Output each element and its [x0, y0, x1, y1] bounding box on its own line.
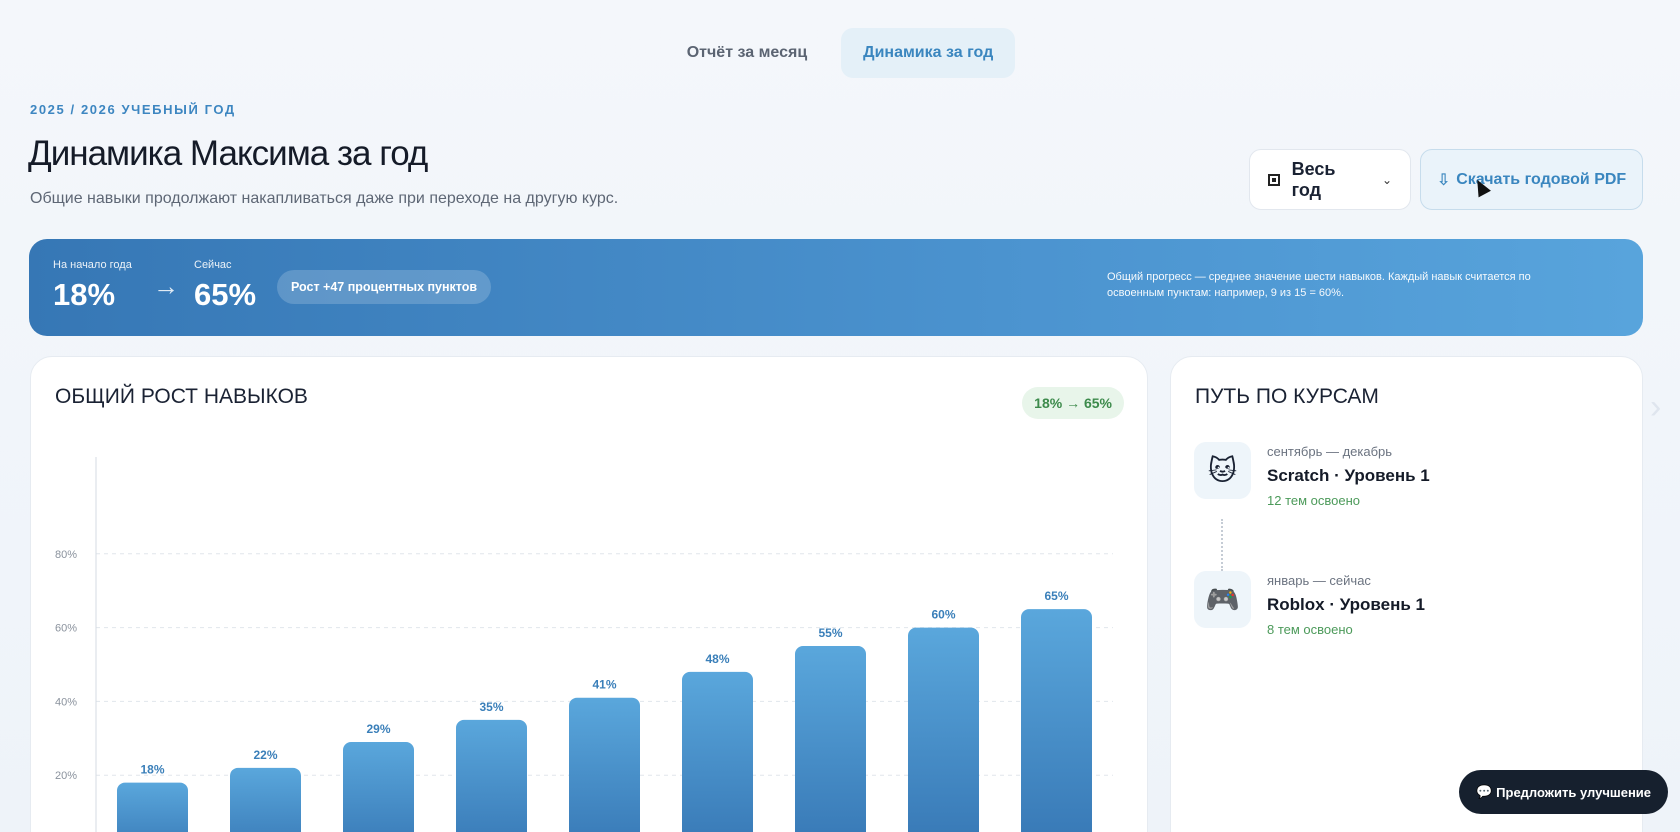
chart-bar: [343, 741, 414, 832]
arrow-right-icon: →: [153, 271, 179, 301]
tab-yearly-dynamics[interactable]: Динамика за год: [841, 28, 1016, 78]
stop-square-icon: [1268, 173, 1280, 186]
bar-value-label: 29%: [366, 722, 390, 736]
tab-monthly-report[interactable]: Отчёт за месяц: [665, 28, 829, 78]
growth-badge: Рост +47 процентных пунктов: [277, 270, 492, 304]
start-value: 18%: [53, 277, 116, 312]
bar-value-label: 35%: [479, 700, 503, 714]
bar-value-label: 41%: [592, 678, 616, 692]
skills-growth-chart: 20% 40% 60% 80% 18% 22% 29% 35% 41% 48% 55% 60% 65%: [55, 457, 1113, 832]
page-subtitle: Общие навыки продолжают накапливаться да…: [30, 190, 619, 207]
chart-bar: [230, 767, 301, 832]
chart-bar: [795, 646, 866, 832]
bar-value-label: 65%: [1044, 589, 1068, 603]
y-tick-label: 40%: [55, 696, 77, 708]
chevron-right-icon[interactable]: ›: [1650, 388, 1661, 427]
course-topics-count: 12 тем освоено: [1267, 493, 1361, 508]
course-path-title: ПУТЬ ПО КУРСАМ: [1195, 385, 1379, 408]
course-period: сентябрь — декабрь: [1267, 444, 1393, 459]
period-select[interactable]: Весь год ⌄: [1249, 149, 1411, 210]
course-path-card: ПУТЬ ПО КУРСАМ 🐱 сентябрь — декабрь Scra…: [1170, 356, 1643, 832]
now-value: 65%: [194, 277, 257, 312]
course-name: Roblox · Уровень 1: [1267, 595, 1425, 614]
chart-bar: [569, 697, 640, 832]
chart-bar: [682, 671, 753, 832]
progress-banner: На начало года 18% → Сейчас 65% Рост +47…: [29, 239, 1643, 336]
now-label: Сейчас: [194, 259, 232, 271]
download-arrow-icon: ⇩: [1436, 171, 1451, 189]
bar-value-label: 55%: [818, 626, 842, 640]
course-connector: [1221, 519, 1223, 571]
suggest-improvement-button[interactable]: 💬 Предложить улучшение: [1459, 770, 1668, 814]
course-topics-count: 8 тем освоено: [1267, 622, 1353, 637]
gamepad-icon: 🎮: [1194, 571, 1251, 628]
chat-bubble-icon: 💬: [1475, 784, 1493, 799]
chart-bar: [1021, 609, 1092, 832]
period-select-value: Весь год: [1291, 158, 1336, 200]
start-label: На начало года: [53, 259, 132, 271]
download-pdf-button[interactable]: ⇩ Скачать годовой PDF: [1420, 149, 1643, 210]
course-name: Scratch · Уровень 1: [1267, 466, 1430, 485]
growth-range-chip: 18% → 65%: [1022, 387, 1124, 419]
course-period: январь — сейчас: [1267, 573, 1371, 588]
skills-growth-card: ОБЩИЙ РОСТ НАВЫКОВ 18% → 65% 20% 40% 60% 80…: [30, 356, 1148, 832]
bar-value-label: 22%: [253, 748, 277, 762]
skills-growth-title: ОБЩИЙ РОСТ НАВЫКОВ: [55, 385, 308, 408]
bar-value-label: 48%: [705, 652, 729, 666]
cat-icon: 🐱: [1194, 442, 1251, 499]
suggest-improvement-label: Предложить улучшение: [1496, 784, 1652, 800]
view-tabs: Отчёт за месяц Динамика за год: [0, 28, 1680, 78]
school-year-label: 2025 / 2026 УЧЕБНЫЙ ГОД: [30, 102, 236, 117]
bar-value-label: 18%: [140, 763, 164, 777]
y-tick-label: 80%: [55, 549, 77, 561]
chart-bar: [117, 782, 188, 832]
y-tick-label: 20%: [55, 770, 77, 782]
progress-note: Общий прогресс — среднее значение шести …: [1107, 271, 1531, 299]
chart-bar: [456, 719, 527, 832]
page-title: Динамика Максима за год: [28, 134, 428, 173]
chevron-down-icon: ⌄: [1381, 172, 1392, 187]
chart-bar: [908, 627, 979, 832]
bar-value-label: 60%: [931, 608, 955, 622]
y-tick-label: 60%: [55, 623, 77, 635]
